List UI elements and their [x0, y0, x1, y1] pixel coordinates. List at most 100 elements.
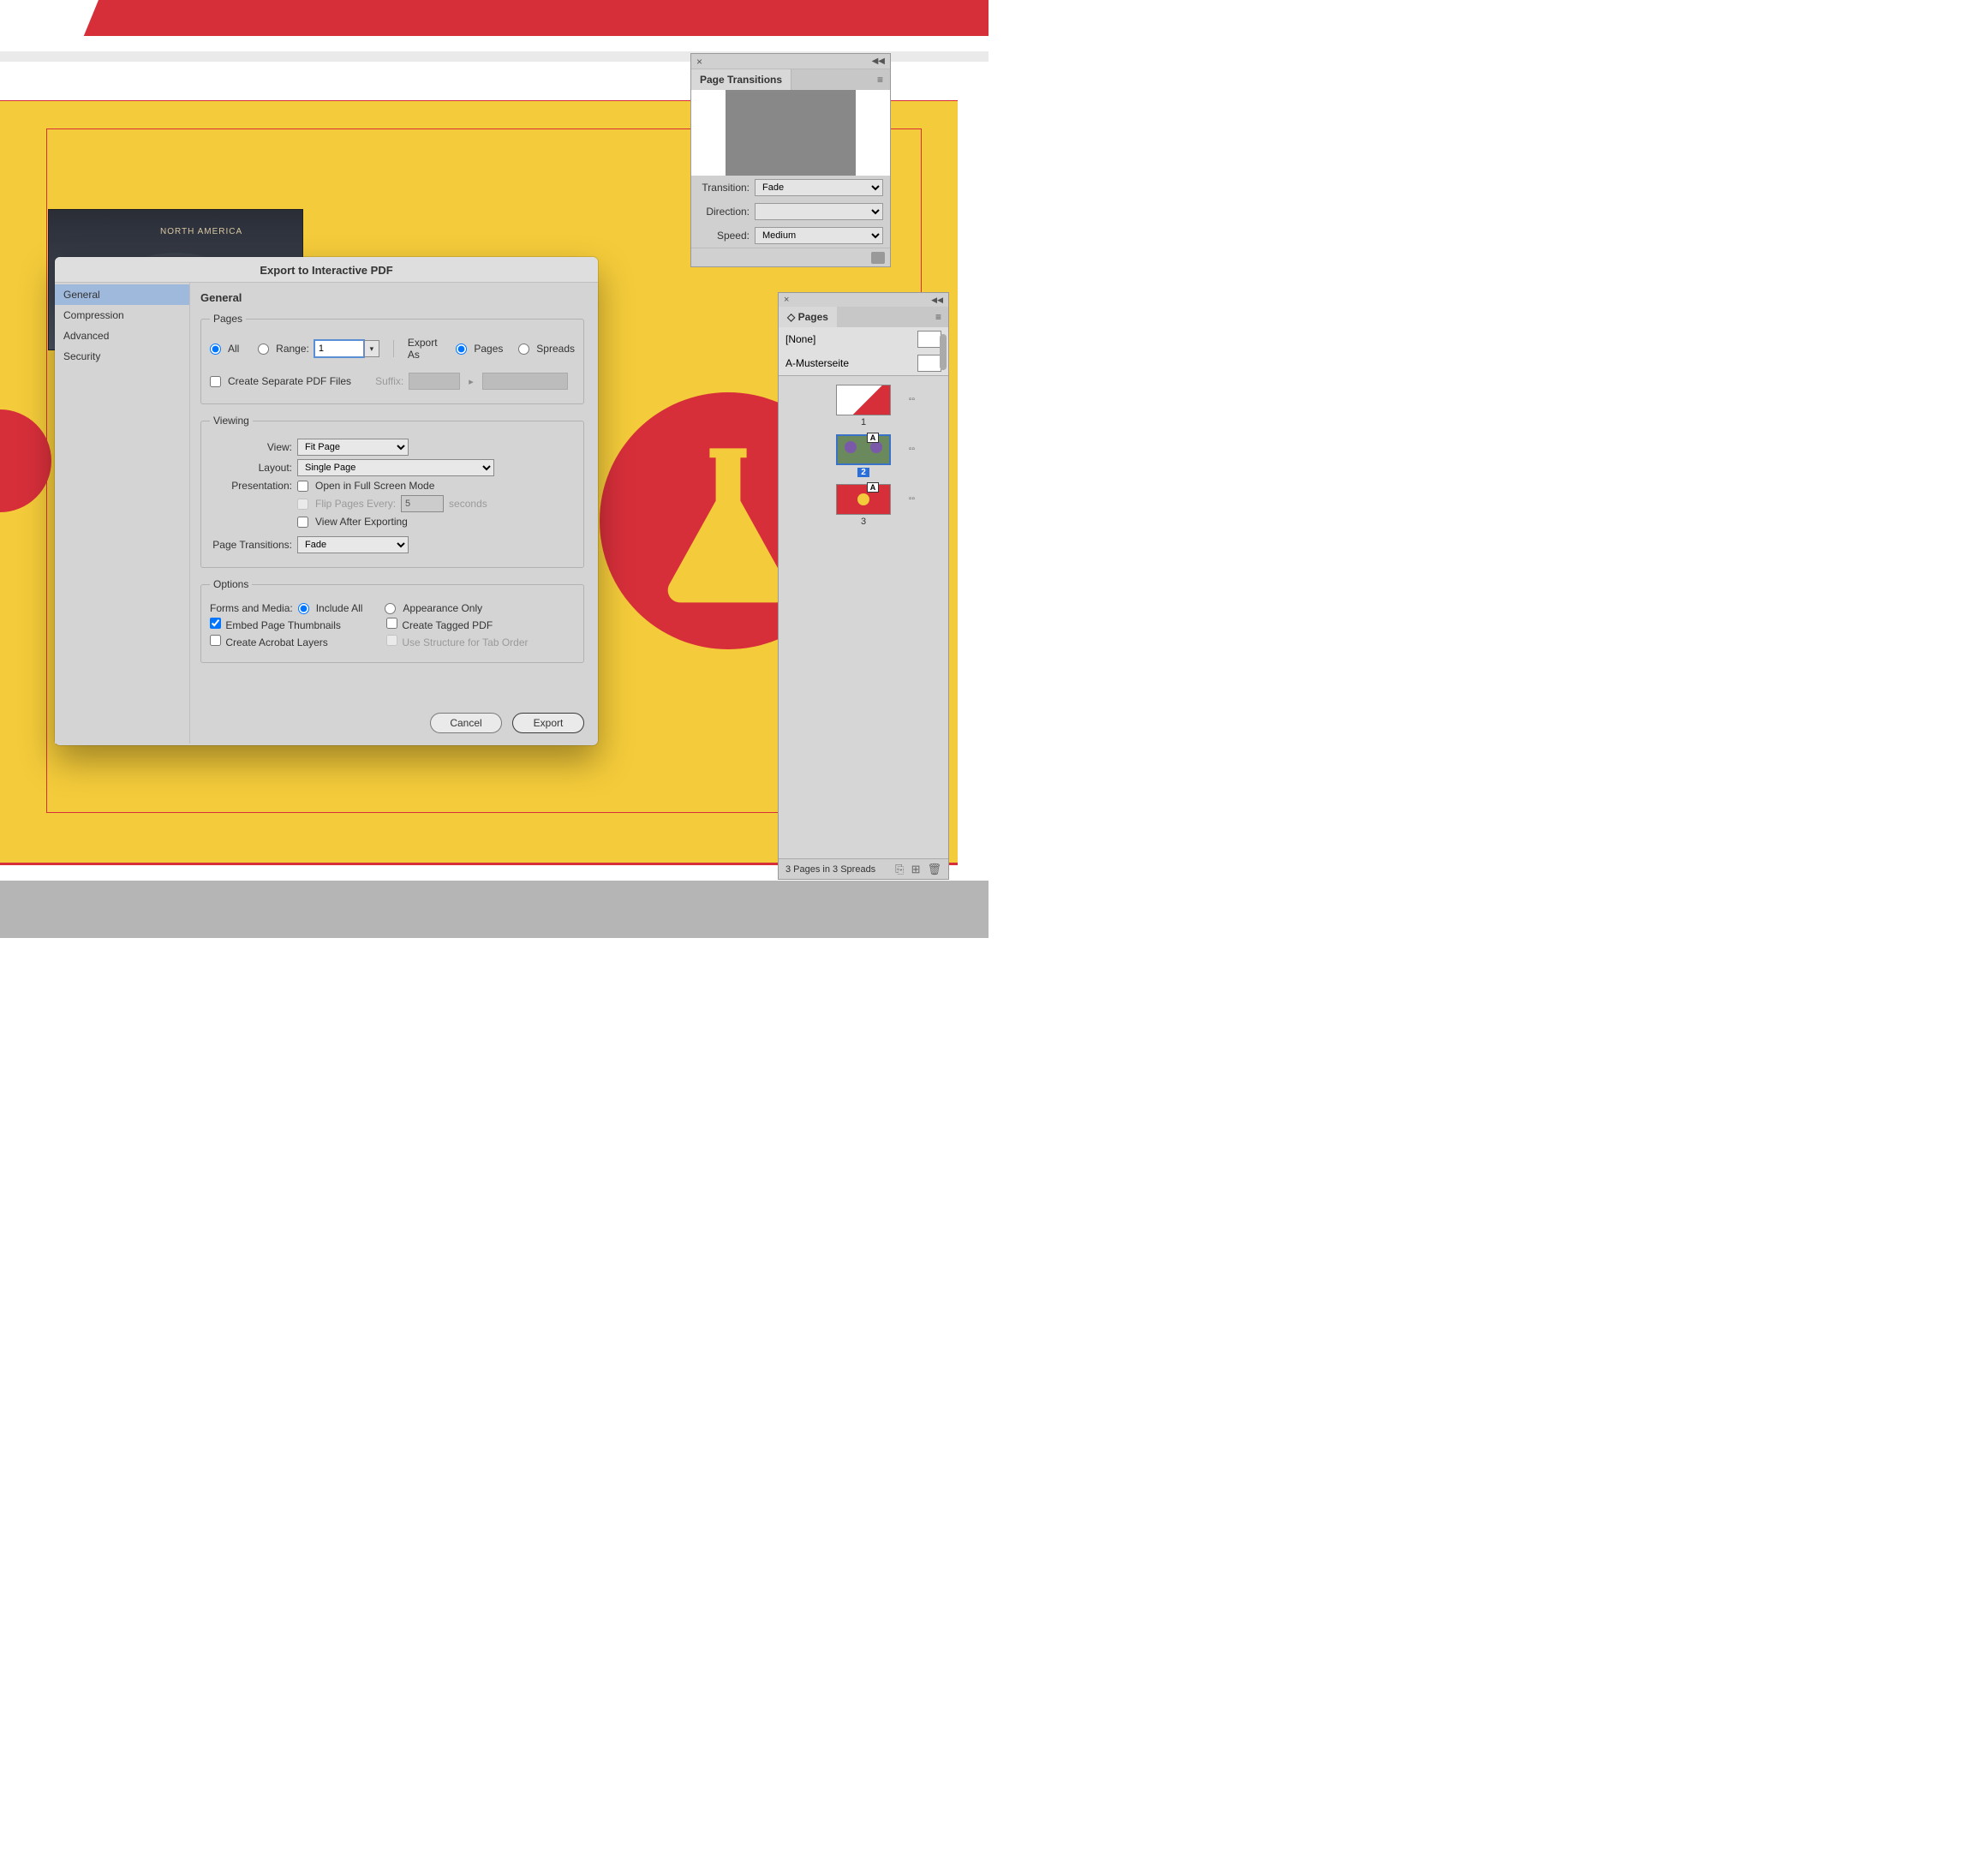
pages-all-radio[interactable]	[210, 344, 221, 355]
document-banner	[0, 0, 988, 36]
suffix-preview	[482, 373, 568, 390]
embed-thumbnails-checkbox[interactable]	[210, 618, 221, 629]
pages-fieldset: Pages All Range: ▾ Export As Pages	[200, 313, 584, 404]
acrobat-layers-checkbox[interactable]	[210, 635, 221, 646]
sidebar-item-compression[interactable]: Compression	[55, 305, 189, 326]
export-pages-radio[interactable]	[456, 344, 467, 355]
globe-label: NORTH AMERICA	[160, 227, 242, 236]
export-button[interactable]: Export	[512, 713, 584, 733]
pages-range-input[interactable]	[314, 340, 364, 357]
tagged-pdf-checkbox[interactable]	[386, 618, 397, 629]
master-badge: A	[867, 433, 879, 443]
page-thumb-2[interactable]: A ▫▫ 2	[836, 434, 891, 477]
apply-to-all-icon[interactable]	[871, 252, 885, 264]
close-icon[interactable]: ×	[696, 56, 702, 68]
section-heading: General	[200, 291, 584, 304]
options-fieldset: Options Forms and Media: Include All App…	[200, 578, 584, 663]
structure-tab-checkbox	[386, 635, 397, 646]
master-none-row[interactable]: [None]	[779, 327, 948, 351]
acrobat-layers-label: Create Acrobat Layers	[225, 636, 327, 648]
range-dropdown-icon[interactable]: ▾	[364, 340, 379, 357]
scrollbar[interactable]	[940, 334, 947, 370]
seconds-label: seconds	[449, 498, 487, 510]
pasteboard	[0, 875, 988, 938]
viewing-legend: Viewing	[210, 415, 253, 427]
export-spreads-label: Spreads	[536, 343, 575, 355]
pages-range-radio[interactable]	[258, 344, 269, 355]
close-icon[interactable]: ×	[784, 295, 789, 305]
page-transitions-tab[interactable]: Page Transitions	[691, 69, 791, 90]
options-legend: Options	[210, 578, 252, 590]
view-select[interactable]: Fit Page	[297, 439, 409, 456]
pages-legend: Pages	[210, 313, 246, 325]
dialog-title: Export to Interactive PDF	[55, 257, 598, 283]
layout-select[interactable]: Single Page	[297, 459, 494, 476]
transition-preview	[691, 90, 890, 176]
transition-select[interactable]: Fade	[755, 179, 883, 196]
viewing-fieldset: Viewing View: Fit Page Layout: Single Pa…	[200, 415, 584, 568]
flip-seconds-input	[401, 495, 444, 512]
pages-all-label: All	[228, 343, 239, 355]
speed-select[interactable]: Medium	[755, 227, 883, 244]
export-pages-label: Pages	[474, 343, 503, 355]
flip-label: Flip Pages Every:	[315, 498, 396, 510]
spread-icon: ▫▫	[909, 494, 915, 504]
master-badge: A	[867, 482, 879, 493]
sidebar-item-security[interactable]: Security	[55, 346, 189, 367]
page-thumb-3[interactable]: A ▫▫ 3	[836, 484, 891, 527]
view-after-checkbox[interactable]	[297, 517, 308, 528]
appearance-only-radio[interactable]	[385, 603, 396, 614]
fullscreen-label: Open in Full Screen Mode	[315, 480, 434, 492]
suffix-input	[409, 373, 460, 390]
flip-checkbox	[297, 499, 308, 510]
include-all-radio[interactable]	[298, 603, 309, 614]
pages-panel[interactable]: × ◀◀ ◇ Pages ≡ [None] A-Musterseite ▫▫ 1…	[778, 292, 949, 880]
sidebar-item-advanced[interactable]: Advanced	[55, 326, 189, 346]
page-transitions-panel[interactable]: × ◀◀ Page Transitions ≡ Transition: Fade…	[690, 53, 891, 267]
include-all-label: Include All	[316, 602, 363, 614]
export-pdf-dialog: Export to Interactive PDF General Compre…	[55, 257, 598, 745]
panel-menu-icon[interactable]: ≡	[929, 308, 948, 326]
suffix-arrow-icon: ▸	[469, 376, 474, 387]
master-a-row[interactable]: A-Musterseite	[779, 351, 948, 375]
direction-select[interactable]	[755, 203, 883, 220]
page-transitions-select[interactable]: Fade	[297, 536, 409, 553]
forms-media-label: Forms and Media:	[210, 602, 293, 614]
page-thumb-1[interactable]: ▫▫ 1	[836, 385, 891, 427]
transition-label: Transition:	[698, 182, 750, 194]
collapse-icon[interactable]: ◀◀	[872, 57, 885, 66]
spread-icon: ▫▫	[909, 445, 915, 454]
red-circle-decoration	[0, 409, 51, 512]
dialog-sidebar: General Compression Advanced Security	[55, 283, 190, 744]
embed-thumbnails-label: Embed Page Thumbnails	[225, 619, 341, 631]
tagged-pdf-label: Create Tagged PDF	[402, 619, 493, 631]
presentation-label: Presentation:	[210, 480, 292, 492]
view-label: View:	[210, 441, 292, 453]
master-thumb	[917, 355, 941, 372]
separate-files-label: Create Separate PDF Files	[228, 375, 351, 387]
cancel-button[interactable]: Cancel	[430, 713, 502, 733]
fullscreen-checkbox[interactable]	[297, 481, 308, 492]
edit-page-icon[interactable]: ⎘	[895, 863, 904, 876]
suffix-label: Suffix:	[375, 375, 403, 387]
structure-tab-label: Use Structure for Tab Order	[402, 636, 528, 648]
export-spreads-radio[interactable]	[518, 344, 529, 355]
master-thumb	[917, 331, 941, 348]
panel-menu-icon[interactable]: ≡	[870, 70, 890, 89]
delete-page-icon[interactable]: 🗑	[927, 863, 941, 876]
page-transitions-label: Page Transitions:	[210, 539, 292, 551]
page-number: 2	[857, 468, 869, 477]
speed-label: Speed:	[698, 230, 750, 242]
page-number: 1	[836, 417, 891, 427]
separate-files-checkbox[interactable]	[210, 376, 221, 387]
appearance-only-label: Appearance Only	[403, 602, 482, 614]
collapse-icon[interactable]: ◀◀	[931, 296, 943, 305]
spread-icon: ▫▫	[909, 395, 915, 404]
sidebar-item-general[interactable]: General	[55, 284, 189, 305]
master-label: A-Musterseite	[785, 357, 849, 369]
pages-tab[interactable]: ◇ Pages	[779, 307, 837, 327]
new-page-icon[interactable]: ⊞	[911, 863, 921, 876]
master-label: [None]	[785, 333, 815, 345]
view-after-label: View After Exporting	[315, 516, 408, 528]
pages-footer-text: 3 Pages in 3 Spreads	[785, 864, 875, 875]
